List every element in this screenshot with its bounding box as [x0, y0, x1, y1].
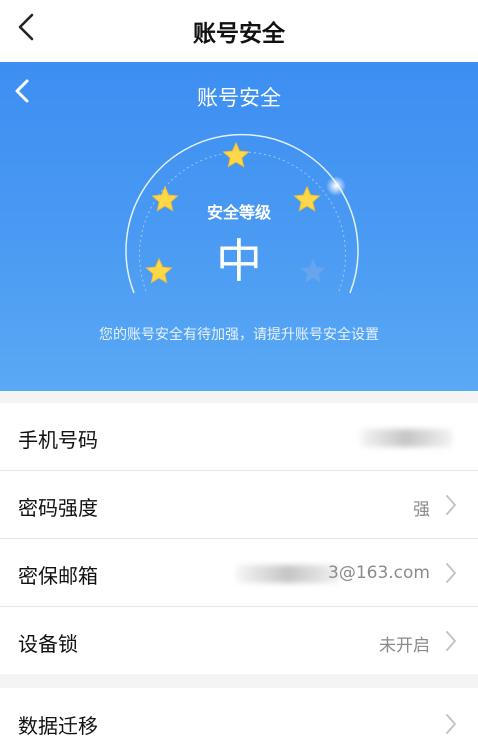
security-email-value: 3@163.com [328, 563, 430, 583]
star-filled-icon [222, 141, 250, 168]
chevron-right-icon [446, 563, 456, 583]
security-settings-list: 手机号码 密码强度 强 密保邮箱 3@163.com 设备锁 未开启 [0, 403, 478, 674]
security-level-value: 中 [216, 234, 262, 288]
security-level-label: 安全等级 [206, 203, 271, 222]
data-migration-label: 数据迁移 [18, 714, 98, 738]
top-navigation-bar: 账号安全 [0, 0, 478, 62]
setting-row-security-email[interactable]: 密保邮箱 3@163.com [0, 539, 478, 607]
page-title: 账号安全 [193, 21, 285, 47]
security-tip-text: 您的账号安全有待加强，请提升账号安全设置 [99, 327, 379, 343]
password-strength-value: 强 [413, 500, 430, 520]
security-email-label: 密保邮箱 [18, 564, 98, 588]
gauge-glow-icon [326, 176, 346, 196]
device-lock-value: 未开启 [379, 636, 430, 656]
chevron-right-icon [446, 631, 456, 651]
device-lock-label: 设备锁 [18, 632, 78, 656]
security-hero-panel: 账号安全 安全等级 中 您的账号安全有待加强，请提升账号安全设置 [0, 62, 478, 391]
chevron-right-icon [446, 495, 456, 515]
setting-row-password-strength[interactable]: 密码强度 强 [0, 471, 478, 539]
phone-value-blurred [360, 429, 452, 447]
setting-row-phone[interactable]: 手机号码 [0, 403, 478, 471]
password-strength-label: 密码强度 [18, 496, 98, 520]
setting-row-data-migration[interactable]: 数据迁移 [0, 688, 478, 741]
email-value-blurred [236, 565, 340, 583]
chevron-right-icon [446, 714, 456, 734]
setting-row-device-lock[interactable]: 设备锁 未开启 [0, 607, 478, 674]
phone-label: 手机号码 [18, 428, 98, 452]
